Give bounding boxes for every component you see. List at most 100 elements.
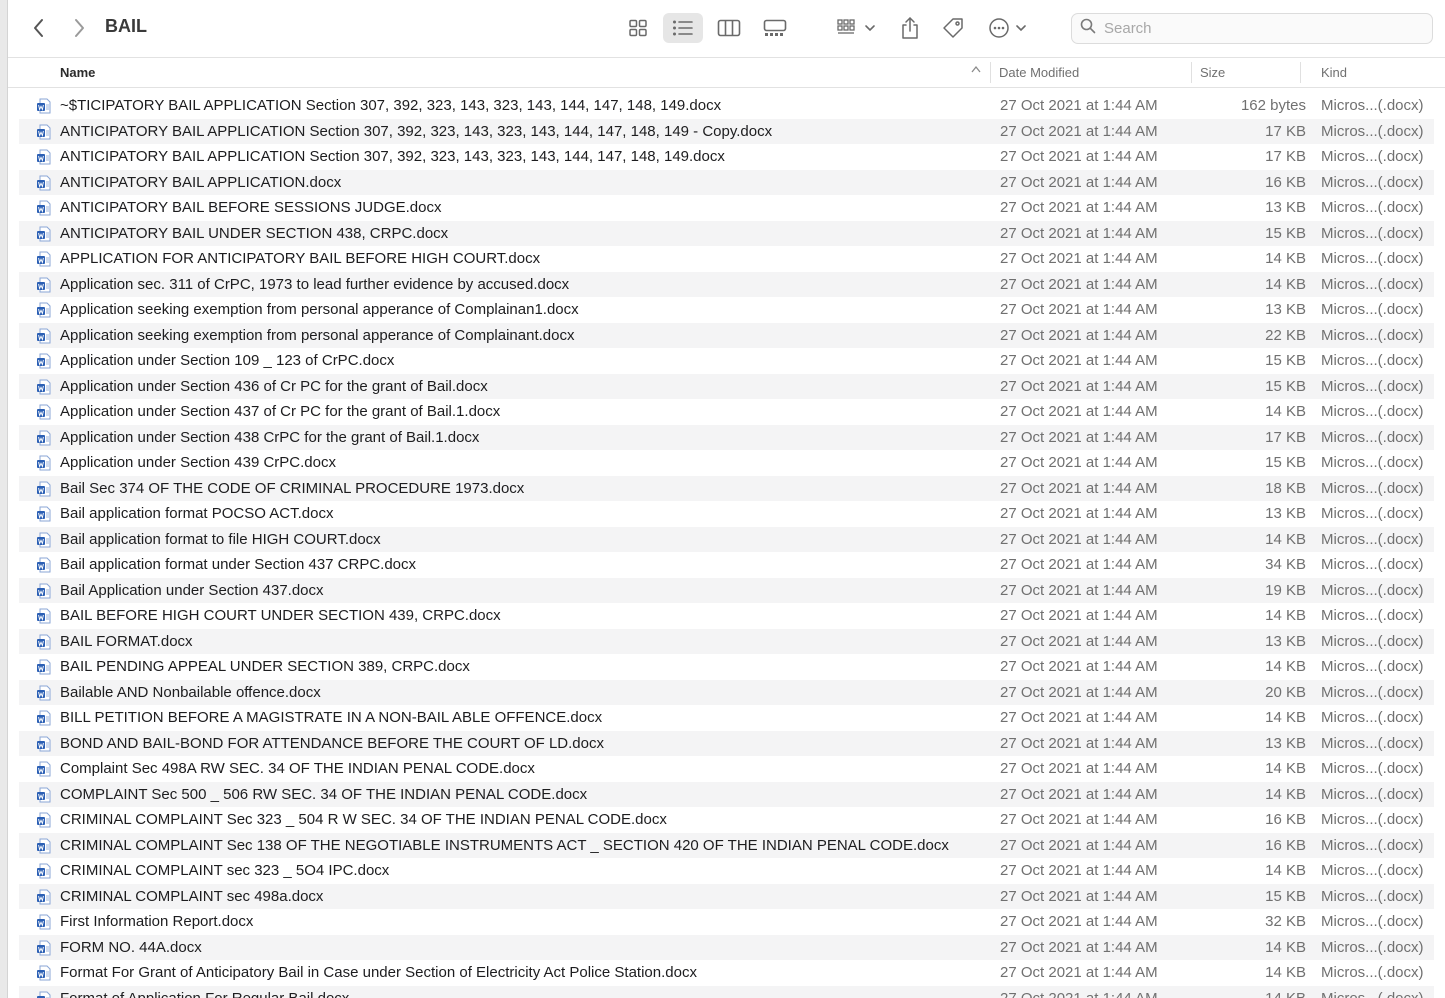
file-date-modified: 27 Oct 2021 at 1:44 AM (1000, 938, 1158, 956)
file-kind: Micros...(.docx) (1321, 785, 1424, 803)
file-row[interactable]: FORM NO. 44A.docx 27 Oct 2021 at 1:44 AM 1… (19, 934, 1434, 960)
file-row[interactable]: BAIL FORMAT.docx 27 Oct 2021 at 1:44 AM 13… (19, 628, 1434, 654)
icon-view-icon[interactable] (618, 13, 658, 43)
column-view-icon[interactable] (709, 13, 749, 43)
file-size: 18 KB (1265, 479, 1306, 497)
file-row[interactable]: BILL PETITION BEFORE A MAGISTRATE IN A N… (19, 705, 1434, 731)
file-row[interactable]: Bailable AND Nonbailable offence.docx 27 … (19, 679, 1434, 705)
column-divider[interactable] (1300, 62, 1301, 83)
file-kind: Micros...(.docx) (1321, 479, 1424, 497)
file-size: 14 KB (1265, 607, 1306, 625)
file-size: 14 KB (1265, 990, 1306, 998)
file-row[interactable]: Bail application format to file HIGH COU… (19, 526, 1434, 552)
file-date-modified: 27 Oct 2021 at 1:44 AM (1000, 990, 1158, 998)
file-row[interactable]: COMPLAINT Sec 500 _ 506 RW SEC. 34 OF TH… (19, 781, 1434, 807)
file-row[interactable]: CRIMINAL COMPLAINT Sec 323 _ 504 R W SEC… (19, 807, 1434, 833)
file-row[interactable]: Bail application format under Section 43… (19, 552, 1434, 578)
file-date-modified: 27 Oct 2021 at 1:44 AM (1000, 505, 1158, 523)
file-date-modified: 27 Oct 2021 at 1:44 AM (1000, 454, 1158, 472)
file-kind: Micros...(.docx) (1321, 122, 1424, 140)
file-row[interactable]: CRIMINAL COMPLAINT sec 498a.docx 27 Oct 2… (19, 883, 1434, 909)
file-row[interactable]: Application seeking exemption from perso… (19, 297, 1434, 323)
word-doc-icon (36, 430, 52, 446)
share-icon[interactable] (898, 13, 922, 43)
file-row[interactable]: Format For Grant of Anticipatory Bail in… (19, 960, 1434, 986)
file-kind: Micros...(.docx) (1321, 301, 1424, 319)
file-name: Application under Section 436 of Cr PC f… (60, 377, 488, 395)
gallery-view-icon[interactable] (755, 13, 795, 43)
more-icon[interactable] (988, 13, 1032, 43)
file-size: 17 KB (1265, 122, 1306, 140)
file-size: 13 KB (1265, 199, 1306, 217)
file-row[interactable]: Application under Section 437 of Cr PC f… (19, 399, 1434, 425)
file-row[interactable]: Complaint Sec 498A RW SEC. 34 OF THE IND… (19, 756, 1434, 782)
list-view-icon[interactable] (663, 13, 703, 43)
file-row[interactable]: CRIMINAL COMPLAINT Sec 138 OF THE NEGOTI… (19, 832, 1434, 858)
file-row[interactable]: APPLICATION FOR ANTICIPATORY BAIL BEFORE… (19, 246, 1434, 272)
file-name: Application sec. 311 of CrPC, 1973 to le… (60, 275, 570, 293)
column-header-kind[interactable]: Kind (1321, 58, 1347, 87)
tag-icon[interactable] (940, 13, 966, 43)
file-row[interactable]: BAIL BEFORE HIGH COURT UNDER SECTION 439… (19, 603, 1434, 629)
file-name: BAIL FORMAT.docx (60, 632, 193, 650)
search-icon (1080, 18, 1096, 39)
file-name: BOND AND BAIL-BOND FOR ATTENDANCE BEFORE… (60, 734, 604, 752)
file-name: Application under Section 109 _ 123 of C… (60, 352, 395, 370)
file-kind: Micros...(.docx) (1321, 581, 1424, 599)
file-row[interactable]: Application sec. 311 of CrPC, 1973 to le… (19, 271, 1434, 297)
group-icon[interactable] (836, 13, 880, 43)
file-row[interactable]: Application under Section 436 of Cr PC f… (19, 373, 1434, 399)
file-size: 14 KB (1265, 964, 1306, 982)
column-header-name[interactable]: Name (60, 58, 990, 87)
file-kind: Micros...(.docx) (1321, 964, 1424, 982)
file-kind: Micros...(.docx) (1321, 224, 1424, 242)
file-row[interactable]: ANTICIPATORY BAIL APPLICATION Section 30… (19, 144, 1434, 170)
file-row[interactable]: ANTICIPATORY BAIL UNDER SECTION 438, CRP… (19, 220, 1434, 246)
file-kind: Micros...(.docx) (1321, 505, 1424, 523)
forward-chevron-icon[interactable] (66, 15, 92, 41)
word-doc-icon (36, 736, 52, 752)
file-row[interactable]: ~$TICIPATORY BAIL APPLICATION Section 30… (19, 93, 1434, 119)
file-size: 14 KB (1265, 658, 1306, 676)
file-kind: Micros...(.docx) (1321, 607, 1424, 625)
file-name: Bailable AND Nonbailable offence.docx (60, 683, 321, 701)
file-row[interactable]: BOND AND BAIL-BOND FOR ATTENDANCE BEFORE… (19, 730, 1434, 756)
file-size: 15 KB (1265, 454, 1306, 472)
file-row[interactable]: Format of Application For Regular Bail.d… (19, 985, 1434, 998)
file-date-modified: 27 Oct 2021 at 1:44 AM (1000, 709, 1158, 727)
sort-ascending-icon[interactable] (971, 64, 981, 76)
file-row[interactable]: ANTICIPATORY BAIL APPLICATION Section 30… (19, 118, 1434, 144)
file-row[interactable]: CRIMINAL COMPLAINT sec 323 _ 5O4 IPC.doc… (19, 858, 1434, 884)
file-row[interactable]: Application seeking exemption from perso… (19, 322, 1434, 348)
file-kind: Micros...(.docx) (1321, 913, 1424, 931)
file-row[interactable]: Application under Section 439 CrPC.docx 2… (19, 450, 1434, 476)
word-doc-icon (36, 659, 52, 675)
file-row[interactable]: Bail application format POCSO ACT.docx 27… (19, 501, 1434, 527)
file-row[interactable]: Bail Application under Section 437.docx 2… (19, 577, 1434, 603)
column-header-date-modified[interactable]: Date Modified (999, 58, 1079, 87)
search-field[interactable] (1071, 13, 1433, 44)
file-date-modified: 27 Oct 2021 at 1:44 AM (1000, 734, 1158, 752)
file-size: 16 KB (1265, 173, 1306, 191)
file-row[interactable]: Application under Section 109 _ 123 of C… (19, 348, 1434, 374)
column-divider[interactable] (990, 62, 991, 83)
word-doc-icon (36, 98, 52, 114)
file-list: ~$TICIPATORY BAIL APPLICATION Section 30… (19, 93, 1434, 998)
file-row[interactable]: BAIL PENDING APPEAL UNDER SECTION 389, C… (19, 654, 1434, 680)
word-doc-icon (36, 379, 52, 395)
file-date-modified: 27 Oct 2021 at 1:44 AM (1000, 326, 1158, 344)
file-size: 14 KB (1265, 760, 1306, 778)
back-chevron-icon[interactable] (26, 15, 52, 41)
word-doc-icon (36, 965, 52, 981)
file-row[interactable]: ANTICIPATORY BAIL BEFORE SESSIONS JUDGE.… (19, 195, 1434, 221)
column-header-size[interactable]: Size (1200, 58, 1225, 87)
file-row[interactable]: ANTICIPATORY BAIL APPLICATION.docx 27 Oct… (19, 169, 1434, 195)
word-doc-icon (36, 328, 52, 344)
search-input[interactable] (1104, 20, 1404, 37)
column-divider[interactable] (1191, 62, 1192, 83)
file-kind: Micros...(.docx) (1321, 556, 1424, 574)
file-row[interactable]: First Information Report.docx 27 Oct 2021… (19, 909, 1434, 935)
file-row[interactable]: Application under Section 438 CrPC for t… (19, 424, 1434, 450)
file-row[interactable]: Bail Sec 374 OF THE CODE OF CRIMINAL PRO… (19, 475, 1434, 501)
word-doc-icon (36, 634, 52, 650)
